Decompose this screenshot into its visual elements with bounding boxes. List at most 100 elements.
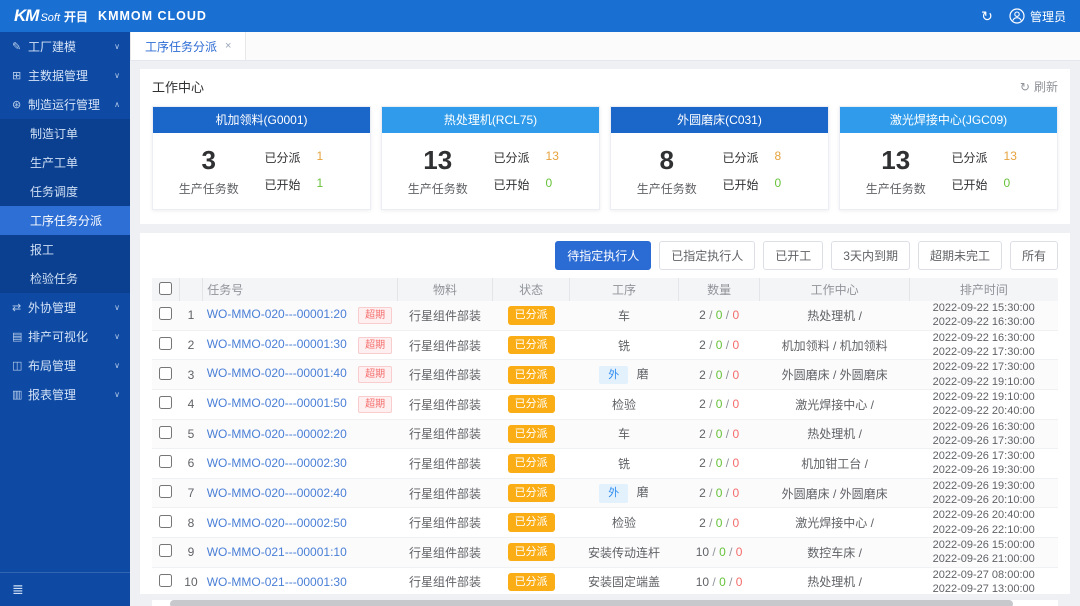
task-number-link[interactable]: WO-MMO-020---00001:20 bbox=[207, 307, 347, 321]
qty-separator: / bbox=[722, 338, 732, 352]
sidebar-item-task-scheduling[interactable]: 任务调度 bbox=[0, 177, 130, 206]
row-index: 3 bbox=[179, 360, 203, 390]
sidebar-item-production-work-orders[interactable]: 生产工单 bbox=[0, 148, 130, 177]
table-row[interactable]: 1 WO-MMO-020---00001:20 超期 行星组件部装 已分派 车 … bbox=[152, 301, 1058, 330]
task-number-link[interactable]: WO-MMO-020---00002:50 bbox=[207, 516, 347, 530]
scheduled-start-time: 2022-09-26 20:40:00 bbox=[909, 508, 1058, 522]
qty-separator: / bbox=[722, 308, 732, 322]
filter-all[interactable]: 所有 bbox=[1010, 241, 1058, 270]
table-row[interactable]: 10 WO-MMO-021---00001:30 行星组件部装 已分派 安装固定… bbox=[152, 567, 1058, 597]
task-number-link[interactable]: WO-MMO-020---00002:20 bbox=[207, 427, 347, 441]
refresh-icon[interactable]: ↻ bbox=[979, 8, 995, 24]
row-checkbox[interactable] bbox=[159, 455, 172, 468]
filter-assigned-assignee[interactable]: 已指定执行人 bbox=[659, 241, 755, 270]
table-row[interactable]: 4 WO-MMO-020---00001:50 超期 行星组件部装 已分派 检验… bbox=[152, 389, 1058, 419]
sidebar-item-report-management[interactable]: ▥ 报表管理 ∨ bbox=[0, 380, 130, 409]
work-center-card[interactable]: 热处理机(RCL75) 13 生产任务数 已分派13 已开始0 bbox=[381, 106, 600, 210]
card-title: 机加领料(G0001) bbox=[153, 107, 370, 133]
row-checkbox[interactable] bbox=[159, 307, 172, 320]
table-row[interactable]: 2 WO-MMO-020---00001:30 超期 行星组件部装 已分派 铣 … bbox=[152, 330, 1058, 360]
started-value: 0 bbox=[1004, 176, 1011, 193]
table-row[interactable]: 7 WO-MMO-020---00002:40 行星组件部装 已分派 外 磨 2… bbox=[152, 478, 1058, 508]
sidebar-item-inspection-tasks[interactable]: 检验任务 bbox=[0, 264, 130, 293]
sidebar-item-master-data[interactable]: ⊞ 主数据管理 ∨ bbox=[0, 61, 130, 90]
user-menu[interactable]: 管理员 bbox=[1009, 8, 1066, 25]
row-checkbox[interactable] bbox=[159, 544, 172, 557]
tab-operation-task-dispatch[interactable]: 工序任务分派 × bbox=[130, 32, 246, 60]
sidebar-item-operation-task-dispatch[interactable]: 工序任务分派 bbox=[0, 206, 130, 235]
task-number-link[interactable]: WO-MMO-020---00001:40 bbox=[207, 366, 347, 380]
logo-km-text: KM bbox=[14, 6, 38, 26]
task-number-link[interactable]: WO-MMO-021---00001:30 bbox=[207, 575, 347, 589]
scheduled-end-time: 2022-09-27 13:00:00 bbox=[909, 582, 1058, 596]
qty-total: 10 bbox=[696, 545, 709, 559]
status-badge: 已分派 bbox=[508, 573, 555, 591]
work-center-card[interactable]: 机加领料(G0001) 3 生产任务数 已分派1 已开始1 bbox=[152, 106, 371, 210]
scheduled-end-time: 2022-09-22 17:30:00 bbox=[909, 345, 1058, 359]
table-row[interactable]: 8 WO-MMO-020---00002:50 行星组件部装 已分派 检验 2 … bbox=[152, 508, 1058, 538]
task-number-link[interactable]: WO-MMO-020---00001:30 bbox=[207, 337, 347, 351]
row-checkbox[interactable] bbox=[159, 367, 172, 380]
material-cell: 行星组件部装 bbox=[398, 508, 493, 538]
row-index: 1 bbox=[179, 301, 203, 330]
row-checkbox[interactable] bbox=[159, 485, 172, 498]
work-center-card[interactable]: 外圆磨床(C031) 8 生产任务数 已分派8 已开始0 bbox=[610, 106, 829, 210]
qty-completed: 0 bbox=[719, 575, 726, 589]
filter-started[interactable]: 已开工 bbox=[763, 241, 823, 270]
refresh-button[interactable]: ↻ 刷新 bbox=[1020, 78, 1058, 95]
sidebar-item-manufacturing-orders[interactable]: 制造订单 bbox=[0, 119, 130, 148]
task-number-link[interactable]: WO-MMO-021---00001:10 bbox=[207, 545, 347, 559]
sidebar-item-manufacturing-exec[interactable]: ⊛ 制造运行管理 ∧ bbox=[0, 90, 130, 119]
sidebar-item-layout-management[interactable]: ◫ 布局管理 ∨ bbox=[0, 351, 130, 380]
qty-separator: / bbox=[722, 516, 732, 530]
scheduled-end-time: 2022-09-22 20:40:00 bbox=[909, 404, 1058, 418]
row-checkbox[interactable] bbox=[159, 337, 172, 350]
row-checkbox[interactable] bbox=[159, 574, 172, 587]
brand-title: KMMOM CLOUD bbox=[98, 9, 207, 23]
filter-pending-assignee[interactable]: 待指定执行人 bbox=[555, 241, 651, 270]
table-row[interactable]: 3 WO-MMO-020---00001:40 超期 行星组件部装 已分派 外 … bbox=[152, 360, 1058, 390]
task-count: 13 bbox=[388, 145, 488, 176]
table-row[interactable]: 5 WO-MMO-020---00002:20 行星组件部装 已分派 车 2 /… bbox=[152, 419, 1058, 449]
qty-defect: 0 bbox=[732, 308, 739, 322]
manufacturing-exec-submenu: 制造订单 生产工单 任务调度 工序任务分派 报工 检验任务 bbox=[0, 119, 130, 293]
table-row[interactable]: 6 WO-MMO-020---00002:30 行星组件部装 已分派 铣 2 /… bbox=[152, 449, 1058, 479]
work-center-card[interactable]: 激光焊接中心(JGC09) 13 生产任务数 已分派13 已开始0 bbox=[839, 106, 1058, 210]
sidebar-item-outsourcing[interactable]: ⇄ 外协管理 ∨ bbox=[0, 293, 130, 322]
scheduled-time-cell: 2022-09-26 15:00:00 2022-09-26 21:00:00 bbox=[909, 537, 1058, 567]
work-center-cell: 热处理机 / bbox=[760, 567, 909, 597]
horizontal-scrollbar[interactable] bbox=[152, 600, 1058, 606]
qty-total: 2 bbox=[699, 397, 706, 411]
row-checkbox[interactable] bbox=[159, 396, 172, 409]
row-checkbox[interactable] bbox=[159, 515, 172, 528]
scheduled-time-cell: 2022-09-26 19:30:00 2022-09-26 20:10:00 bbox=[909, 478, 1058, 508]
row-index: 9 bbox=[179, 537, 203, 567]
row-index: 7 bbox=[179, 478, 203, 508]
process-name: 车 bbox=[618, 309, 630, 323]
row-checkbox[interactable] bbox=[159, 426, 172, 439]
tab-close-icon[interactable]: × bbox=[225, 40, 231, 52]
qty-total: 2 bbox=[699, 368, 706, 382]
sidebar-collapse-toggle[interactable]: ≣ bbox=[0, 572, 130, 606]
sidebar-item-work-report[interactable]: 报工 bbox=[0, 235, 130, 264]
refresh-icon: ↻ bbox=[1020, 80, 1030, 94]
task-number-link[interactable]: WO-MMO-020---00002:40 bbox=[207, 486, 347, 500]
filter-due-in-3-days[interactable]: 3天内到期 bbox=[831, 241, 910, 270]
row-index: 2 bbox=[179, 330, 203, 360]
task-number-link[interactable]: WO-MMO-020---00001:50 bbox=[207, 396, 347, 410]
scrollbar-thumb[interactable] bbox=[170, 600, 1013, 606]
filter-overdue-unfinished[interactable]: 超期未完工 bbox=[918, 241, 1002, 270]
column-index bbox=[179, 278, 203, 301]
task-number-link[interactable]: WO-MMO-020---00002:30 bbox=[207, 456, 347, 470]
material-cell: 行星组件部装 bbox=[398, 301, 493, 330]
assigned-value: 13 bbox=[1004, 149, 1017, 166]
sidebar-item-scheduling-visualization[interactable]: ▤ 排产可视化 ∨ bbox=[0, 322, 130, 351]
table-row[interactable]: 9 WO-MMO-021---00001:10 行星组件部装 已分派 安装传动连… bbox=[152, 537, 1058, 567]
qty-defect: 0 bbox=[732, 397, 739, 411]
chevron-down-icon: ∨ bbox=[114, 71, 120, 80]
material-cell: 行星组件部装 bbox=[398, 537, 493, 567]
sidebar-item-label: 主数据管理 bbox=[28, 67, 114, 84]
app-window: KM Soft 开目 KMMOM CLOUD ↻ 管理员 ✎ 工厂建模 ∨ bbox=[0, 0, 1080, 606]
select-all-checkbox[interactable] bbox=[159, 282, 172, 295]
sidebar-item-factory-modeling[interactable]: ✎ 工厂建模 ∨ bbox=[0, 32, 130, 61]
